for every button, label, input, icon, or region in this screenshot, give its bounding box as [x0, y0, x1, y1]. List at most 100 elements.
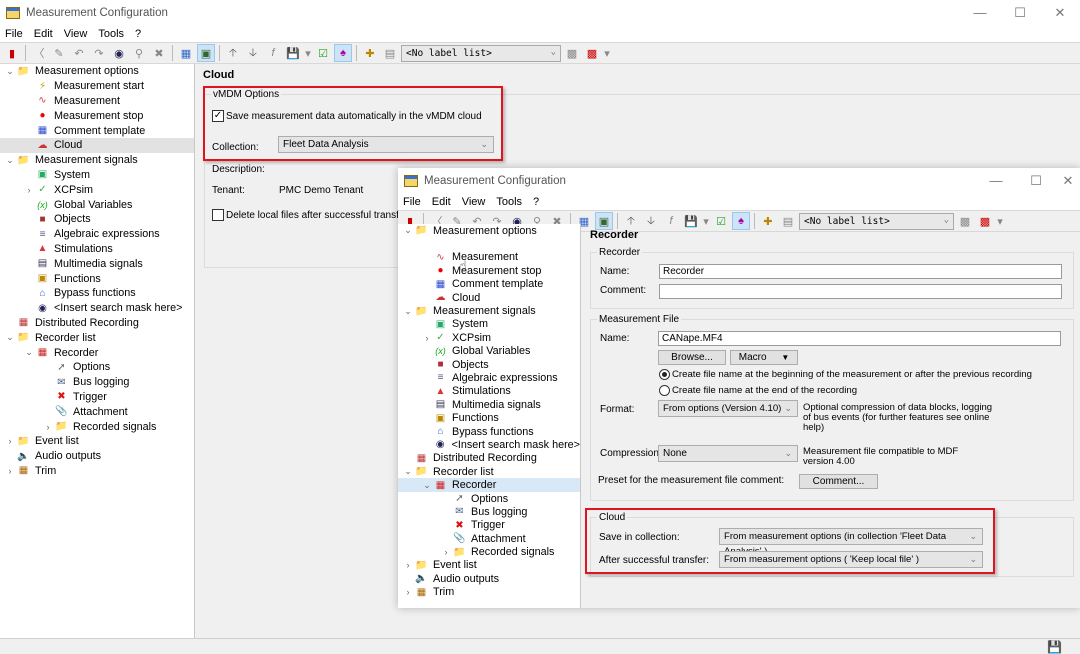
- tree-item[interactable]: 📎 Attachment: [0, 404, 194, 419]
- check-icon[interactable]: ☑: [314, 44, 332, 62]
- menu-file[interactable]: File: [5, 28, 23, 40]
- copy-item-icon[interactable]: ↶: [70, 44, 88, 62]
- chevron-right-icon[interactable]: ›: [4, 436, 16, 446]
- macro-button[interactable]: Macro ▼: [730, 350, 798, 365]
- tree-item[interactable]: ⌄ 📁 Measurement signals: [0, 153, 194, 168]
- label-list-combo[interactable]: <No label list> ⌄: [401, 44, 561, 62]
- config-tree[interactable]: ⌄ 📁 Measurement options ∿ Measurement ● Measur…: [398, 224, 581, 608]
- menu-tools[interactable]: Tools: [98, 28, 124, 40]
- chevron-down-icon[interactable]: ⌄: [402, 466, 414, 477]
- tree-item[interactable]: ■ Objects: [0, 212, 194, 227]
- tree-item[interactable]: ⌄ 📁 Measurement signals: [398, 304, 580, 317]
- tree-item[interactable]: ▣ System: [0, 168, 194, 183]
- tree-item[interactable]: ⌄ 📁 Measurement options: [398, 224, 580, 237]
- tree-item[interactable]: ◉ <Insert search mask here>: [0, 301, 194, 316]
- chevron-right-icon[interactable]: ›: [402, 587, 414, 597]
- chevron-down-icon[interactable]: ⌄: [421, 480, 433, 491]
- menu-file[interactable]: File: [403, 196, 421, 208]
- chevron-down-icon[interactable]: ⌄: [4, 155, 16, 166]
- tree-item[interactable]: ✖ Trigger: [398, 519, 580, 532]
- agent-icon[interactable]: ♠: [334, 44, 352, 62]
- tree-item[interactable]: ∿ Measurement: [0, 94, 194, 109]
- maximize-button[interactable]: ☐: [1000, 5, 1040, 21]
- tree-item[interactable]: › ▦ Trim: [398, 586, 580, 599]
- tree-item[interactable]: ⚡ Measurement start: [0, 79, 194, 94]
- move-down-icon[interactable]: 🡣: [244, 44, 262, 62]
- browse-button[interactable]: Browse...: [658, 350, 726, 365]
- find-icon[interactable]: ◉: [110, 44, 128, 62]
- tree-item[interactable]: ▤ Multimedia signals: [398, 398, 580, 411]
- tree-item[interactable]: ∿ Measurement: [398, 251, 580, 264]
- tree-item[interactable]: ▣ Functions: [0, 271, 194, 286]
- chevron-down-icon[interactable]: ⌄: [4, 332, 16, 343]
- label-apply-icon[interactable]: ▩: [563, 44, 581, 62]
- radio-create-at-begin[interactable]: [659, 369, 670, 380]
- chevron-down-icon[interactable]: ⌄: [402, 306, 414, 317]
- tree-item[interactable]: ▣ System: [398, 318, 580, 331]
- chevron-right-icon[interactable]: ›: [440, 547, 452, 557]
- tree-item[interactable]: 🔈 Audio outputs: [0, 449, 194, 464]
- dropdown-arrow-icon[interactable]: ▾: [603, 44, 611, 62]
- chevron-right-icon[interactable]: ›: [402, 560, 414, 570]
- tree-item[interactable]: ⌄ 📁 Recorder list: [398, 465, 580, 478]
- minimize-button[interactable]: —: [960, 5, 1000, 21]
- tree-item[interactable]: ☁ Cloud: [0, 137, 194, 153]
- tree-item[interactable]: › 📁 Recorded signals: [398, 545, 580, 558]
- tree-item[interactable]: [398, 237, 580, 250]
- tree-item[interactable]: (x) Global Variables: [398, 345, 580, 358]
- file-name-input[interactable]: CANape.MF4: [658, 331, 1061, 346]
- config-tree[interactable]: ⌄ 📁 Measurement options ⚡ Measurement start ∿…: [0, 64, 195, 638]
- tree-item[interactable]: ▦ Distributed Recording: [398, 452, 580, 465]
- minimize-button[interactable]: —: [976, 173, 1016, 189]
- search-icon[interactable]: ⚲: [130, 44, 148, 62]
- exit-icon[interactable]: ▮: [3, 44, 21, 62]
- tree-item[interactable]: ▦ Comment template: [398, 278, 580, 291]
- dropdown-arrow-icon[interactable]: ▾: [304, 44, 312, 62]
- tree-item[interactable]: ▲ Stimulations: [398, 385, 580, 398]
- tree-item[interactable]: ✉ Bus logging: [0, 375, 194, 390]
- tree-item[interactable]: › ▦ Trim: [0, 464, 194, 479]
- tree-item[interactable]: ▣ Functions: [398, 411, 580, 424]
- compression-select[interactable]: None ⌄: [658, 445, 798, 462]
- edit-item-icon[interactable]: ✎: [50, 44, 68, 62]
- menu-help[interactable]: ?: [135, 28, 141, 40]
- tree-item[interactable]: ⌂ Bypass functions: [398, 425, 580, 438]
- tree-item[interactable]: ⌄ ▦ Recorder: [0, 345, 194, 360]
- tree-item[interactable]: ✉ Bus logging: [398, 505, 580, 518]
- tree-item[interactable]: ➚ Options: [0, 360, 194, 375]
- name-input[interactable]: Recorder: [659, 264, 1062, 279]
- view-panel-icon[interactable]: ▣: [197, 44, 215, 62]
- tree-item[interactable]: ☁ Cloud: [398, 291, 580, 304]
- delete-local-checkbox[interactable]: [212, 209, 224, 221]
- close-button[interactable]: ✕: [1040, 5, 1080, 21]
- tree-item[interactable]: ■ Objects: [398, 358, 580, 371]
- menu-help[interactable]: ?: [533, 196, 539, 208]
- tree-item[interactable]: › 📁 Event list: [398, 559, 580, 572]
- close-button[interactable]: ✕: [1056, 173, 1080, 189]
- menu-edit[interactable]: Edit: [34, 28, 53, 40]
- tree-item[interactable]: (x) Global Variables: [0, 197, 194, 212]
- tree-item[interactable]: 🔈 Audio outputs: [398, 572, 580, 585]
- save-icon[interactable]: 💾: [284, 44, 302, 62]
- move-up-icon[interactable]: 🡡: [224, 44, 242, 62]
- chevron-down-icon[interactable]: ⌄: [4, 66, 16, 77]
- comment-button[interactable]: Comment...: [799, 474, 878, 489]
- tree-item[interactable]: ✖ Trigger: [0, 390, 194, 405]
- view-tree-icon[interactable]: ▦: [177, 44, 195, 62]
- label-list-icon[interactable]: ▤: [381, 44, 399, 62]
- tree-item[interactable]: ▤ Multimedia signals: [0, 256, 194, 271]
- menu-view[interactable]: View: [462, 196, 486, 208]
- move-item-icon[interactable]: ↷: [90, 44, 108, 62]
- format-select[interactable]: From options (Version 4.10) ⌄: [658, 400, 798, 417]
- tree-item[interactable]: ▦ Distributed Recording: [0, 316, 194, 331]
- tree-item[interactable]: ➚ Options: [398, 492, 580, 505]
- chevron-right-icon[interactable]: ›: [4, 466, 16, 476]
- tree-item[interactable]: ● Measurement stop: [0, 108, 194, 123]
- menu-view[interactable]: View: [64, 28, 88, 40]
- tree-item[interactable]: › ✓ XCPsim: [0, 182, 194, 197]
- tree-item[interactable]: ≡ Algebraic expressions: [398, 371, 580, 384]
- tree-item[interactable]: ⌄ ▦ Recorder: [398, 478, 580, 492]
- radio-create-at-end[interactable]: [659, 385, 670, 396]
- menu-edit[interactable]: Edit: [432, 196, 451, 208]
- save-icon[interactable]: 💾: [1047, 640, 1062, 654]
